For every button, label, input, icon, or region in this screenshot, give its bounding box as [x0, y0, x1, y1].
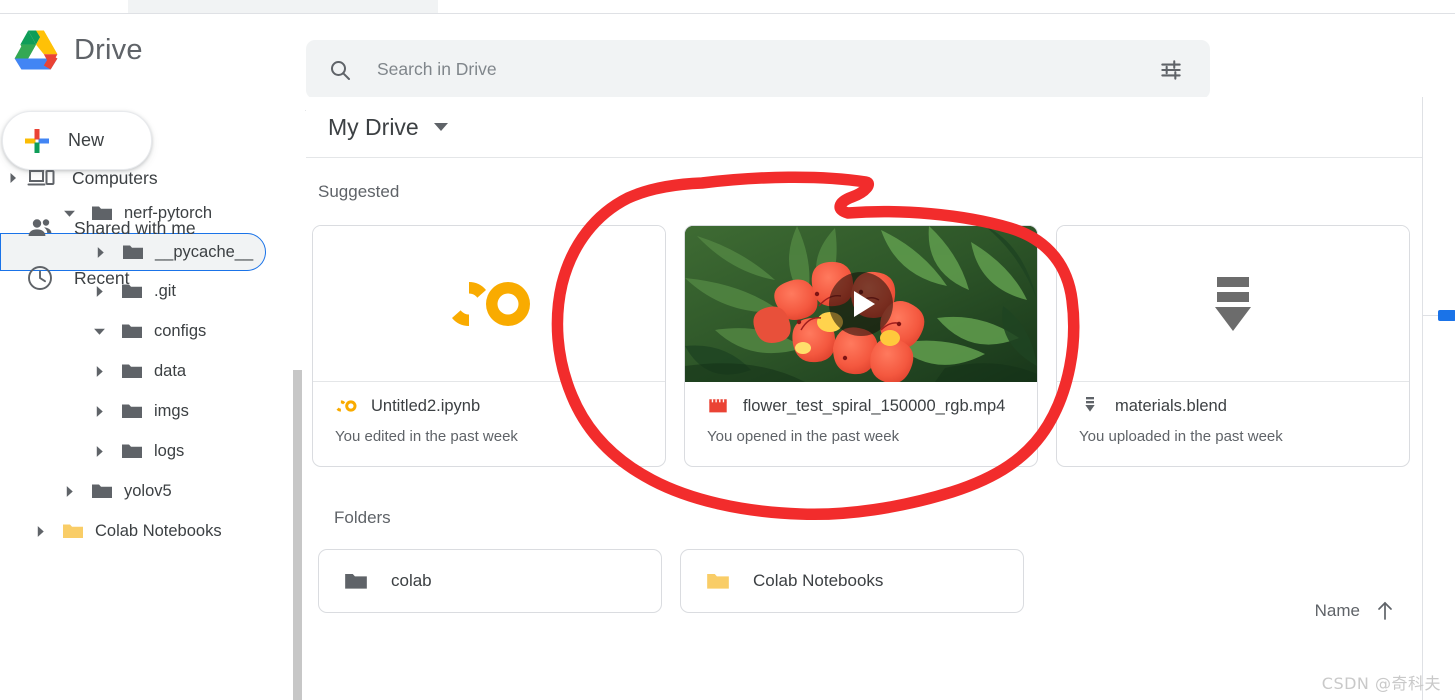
drive-app: Drive New: [0, 0, 1455, 700]
card-meta: flower_test_spiral_150000_rgb.mp4 You op…: [685, 382, 1037, 466]
details-tab-indicator[interactable]: [1438, 310, 1455, 321]
breadcrumb-divider: [306, 157, 1422, 158]
folder-gray-icon: [345, 573, 367, 589]
computers-icon: [27, 170, 55, 186]
breadcrumb-my-drive[interactable]: My Drive: [328, 114, 419, 141]
chevron-down-icon[interactable]: [87, 319, 111, 343]
google-drive-logo: [14, 30, 58, 70]
folder-gray-icon: [92, 484, 112, 498]
plus-icon: [25, 128, 49, 153]
chevron-right-icon[interactable]: [87, 439, 111, 463]
video-clapper-icon: [709, 399, 727, 413]
shared-with-me-icon: [28, 219, 52, 236]
folder-yellow-icon: [707, 573, 729, 589]
drive-brand[interactable]: Drive: [12, 28, 143, 72]
card-thumbnail: [313, 226, 665, 382]
sidebar-item-shared-with-me[interactable]: Shared with me: [0, 203, 305, 253]
folders-section-title: Folders: [334, 508, 391, 527]
main-content: My Drive Suggested Untitled2.ipynb You e…: [306, 97, 1422, 700]
recent-clock-icon: [28, 266, 52, 290]
sidebar-item-label: Shared with me: [74, 217, 196, 238]
sidebar-item-recent[interactable]: Recent: [0, 253, 305, 303]
binary-file-icon: [1085, 397, 1095, 412]
sidebar-item-label: Recent: [74, 267, 130, 288]
card-file-name: flower_test_spiral_150000_rgb.mp4: [743, 396, 1006, 415]
chevron-down-icon[interactable]: [433, 123, 448, 131]
app-header: Drive: [0, 14, 1455, 111]
tree-item-imgs[interactable]: imgs: [0, 391, 305, 431]
suggested-card-untitled2[interactable]: Untitled2.ipynb You edited in the past w…: [312, 225, 666, 467]
card-thumbnail: [1057, 226, 1409, 382]
brand-title: Drive: [74, 33, 143, 66]
folder-gray-icon: [122, 324, 142, 338]
csdn-watermark: CSDN @奇科夫: [1321, 674, 1441, 693]
sidebar-item-label: Computers: [72, 167, 158, 188]
tree-item-label: Colab Notebooks: [95, 521, 222, 540]
tree-item-colab-notebooks[interactable]: Colab Notebooks: [0, 511, 305, 551]
breadcrumb: My Drive: [306, 97, 1422, 157]
card-file-name: Untitled2.ipynb: [371, 396, 481, 415]
play-icon: [853, 291, 875, 317]
chevron-right-icon[interactable]: [87, 359, 111, 383]
tree-item-yolov5[interactable]: yolov5: [0, 471, 305, 511]
card-meta: materials.blend You uploaded in the past…: [1057, 382, 1409, 466]
card-subtitle: You uploaded in the past week: [1079, 428, 1283, 445]
search-input[interactable]: [375, 58, 1158, 81]
tree-item-data[interactable]: data: [0, 351, 305, 391]
binary-file-icon: [1215, 276, 1251, 331]
tree-item-label: data: [154, 361, 187, 380]
search-bar[interactable]: [306, 40, 1210, 99]
left-sidebar: New nerf-pytorch __pycache__ .git config…: [0, 97, 305, 700]
new-button-label: New: [68, 130, 105, 150]
browser-chrome-sliver: [0, 0, 1455, 14]
chevron-right-icon[interactable]: [28, 519, 52, 543]
suggested-card-materials-blend[interactable]: materials.blend You uploaded in the past…: [1056, 225, 1410, 467]
card-thumbnail: [685, 226, 1037, 382]
search-options-icon[interactable]: [1158, 57, 1184, 83]
sidebar-scrollbar-thumb[interactable]: [293, 370, 302, 700]
folder-name: colab: [391, 571, 432, 590]
folder-gray-icon: [122, 364, 142, 378]
sort-control[interactable]: Name: [1315, 601, 1394, 621]
folder-card-colab[interactable]: colab: [318, 549, 662, 613]
play-button-overlay[interactable]: [829, 272, 893, 336]
colab-icon: [447, 281, 530, 326]
sort-label: Name: [1314, 601, 1360, 620]
tree-item-label: logs: [154, 441, 185, 460]
browser-tab[interactable]: [128, 0, 438, 14]
sidebar-item-computers[interactable]: Computers: [0, 153, 305, 203]
card-subtitle: You edited in the past week: [335, 428, 518, 445]
tree-item-label: configs: [154, 321, 207, 340]
tree-item-label: yolov5: [124, 481, 172, 500]
chevron-right-icon[interactable]: [2, 166, 24, 190]
chevron-right-icon[interactable]: [57, 479, 81, 503]
folder-gray-icon: [122, 444, 142, 458]
card-file-name: materials.blend: [1115, 396, 1227, 415]
right-details-rail: [1422, 97, 1455, 700]
card-subtitle: You opened in the past week: [707, 428, 900, 445]
card-meta: Untitled2.ipynb You edited in the past w…: [313, 382, 665, 466]
folder-card-colab-notebooks[interactable]: Colab Notebooks: [680, 549, 1024, 613]
folders-grid: colab Colab Notebooks: [318, 549, 1024, 613]
folder-gray-icon: [122, 404, 142, 418]
colab-icon: [335, 400, 357, 412]
tree-item-label: imgs: [154, 401, 189, 420]
suggested-section-title: Suggested: [318, 182, 400, 201]
suggested-card-grid: Untitled2.ipynb You edited in the past w…: [312, 225, 1410, 467]
search-icon: [331, 60, 350, 80]
tree-item-logs[interactable]: logs: [0, 431, 305, 471]
folder-yellow-icon: [63, 524, 83, 538]
suggested-card-flower-video[interactable]: flower_test_spiral_150000_rgb.mp4 You op…: [684, 225, 1038, 467]
chevron-right-icon[interactable]: [87, 399, 111, 423]
tree-item-configs[interactable]: configs: [0, 311, 305, 351]
folder-name: Colab Notebooks: [753, 571, 884, 590]
arrow-up-icon: [1378, 601, 1392, 620]
